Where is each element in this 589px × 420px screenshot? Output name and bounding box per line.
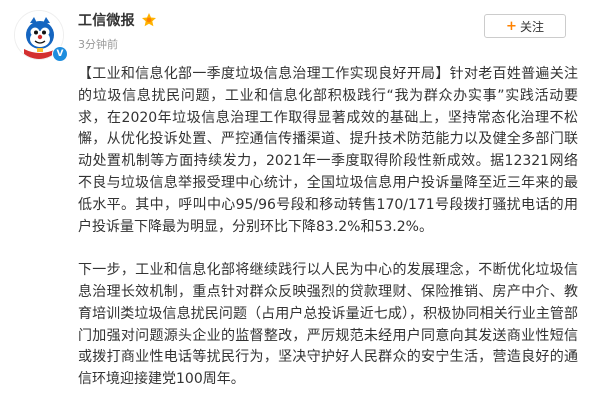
user-line: 工信微报 <box>78 10 157 30</box>
post-timestamp[interactable]: 3分钟前 <box>78 36 118 52</box>
follow-label: 关注 <box>519 19 544 34</box>
post-paragraph: 下一步，工业和信息化部将继续践行以人民为中心的发展理念，不断优化垃圾信息治理长效… <box>78 262 578 388</box>
user-name[interactable]: 工信微报 <box>78 10 135 30</box>
follow-button[interactable]: + 关注 <box>484 14 566 38</box>
plus-icon: + <box>506 18 517 34</box>
post-body: 【工业和信息化部一季度垃圾信息治理工作实现良好开局】针对老百姓普遍关注的垃圾信息… <box>78 64 578 391</box>
vip-badge-icon <box>141 12 157 28</box>
post-paragraph: 【工业和信息化部一季度垃圾信息治理工作实现良好开局】针对老百姓普遍关注的垃圾信息… <box>78 66 578 235</box>
verified-badge-icon: V <box>52 46 68 62</box>
